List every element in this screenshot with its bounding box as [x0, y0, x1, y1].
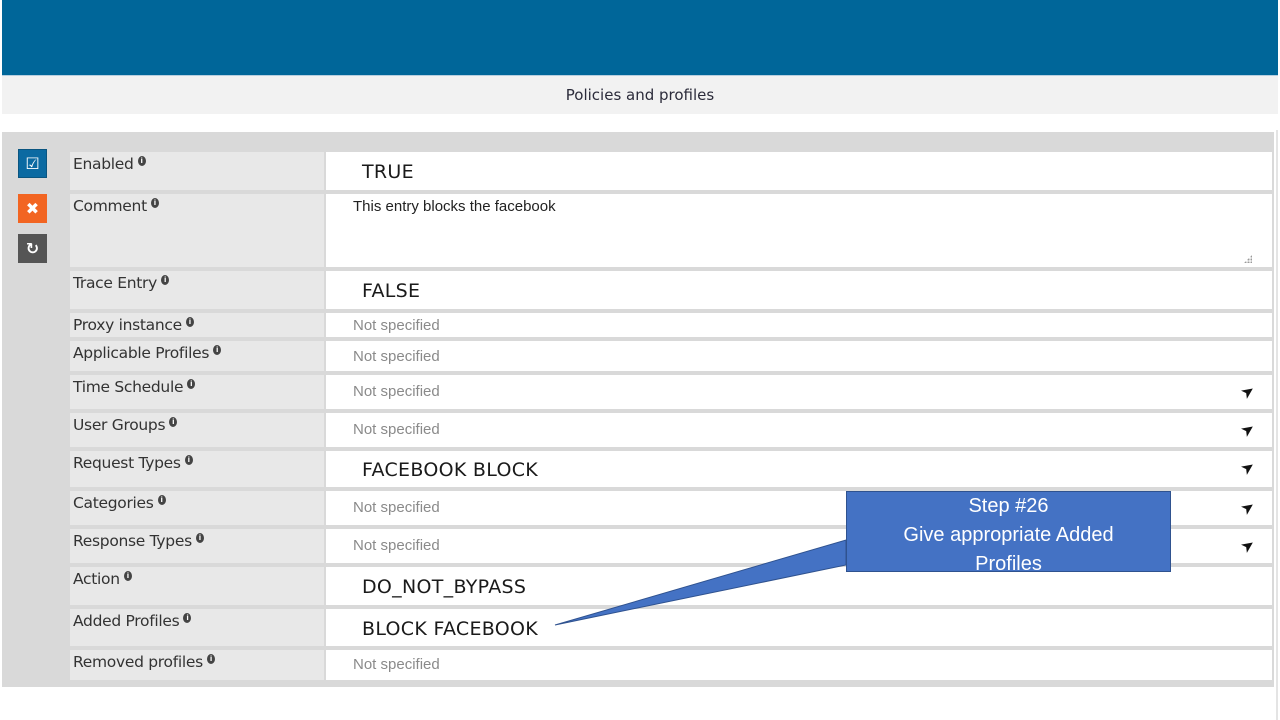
- field-label: Action: [73, 570, 120, 588]
- added-profiles-select[interactable]: BLOCK FACEBOOK: [326, 609, 1272, 646]
- info-icon[interactable]: i: [187, 378, 196, 389]
- callout-text-line2: Profiles: [975, 553, 1042, 575]
- field-label: Comment: [73, 197, 147, 215]
- checkbox-icon: ☑: [25, 154, 40, 173]
- info-icon[interactable]: i: [157, 494, 166, 505]
- field-label: User Groups: [73, 416, 166, 434]
- info-icon[interactable]: i: [123, 570, 132, 581]
- cancel-button[interactable]: ✖: [18, 194, 47, 223]
- proxy-instance-select[interactable]: Not specified: [326, 313, 1272, 337]
- info-icon[interactable]: i: [213, 344, 222, 355]
- undo-icon: ↻: [25, 239, 40, 258]
- info-icon[interactable]: i: [183, 612, 192, 623]
- field-request-types: Request Types i FACEBOOK BLOCK ➤: [70, 451, 1272, 487]
- field-value: Not specified: [353, 499, 440, 516]
- field-label: Trace Entry: [73, 274, 157, 292]
- field-label: Response Types: [73, 532, 192, 550]
- field-time-schedule: Time Schedule i Not specified ➤: [70, 375, 1272, 409]
- field-proxy-instance: Proxy instance i Not specified: [70, 313, 1272, 337]
- save-button[interactable]: ☑: [18, 149, 47, 178]
- field-applicable-profiles: Applicable Profiles i Not specified: [70, 341, 1272, 371]
- send-icon[interactable]: ➤: [1236, 496, 1258, 519]
- field-value: This entry blocks the facebook: [353, 198, 556, 215]
- send-icon[interactable]: ➤: [1236, 456, 1258, 479]
- field-label: Categories: [73, 494, 154, 512]
- field-enabled: Enabled i TRUE: [70, 152, 1272, 190]
- field-user-groups: User Groups i Not specified ➤: [70, 413, 1272, 447]
- info-icon[interactable]: i: [195, 532, 204, 543]
- field-value: Not specified: [353, 421, 440, 438]
- field-value: Not specified: [353, 537, 440, 554]
- field-removed-profiles: Removed profiles i Not specified: [70, 650, 1272, 680]
- field-value: Not specified: [353, 383, 440, 400]
- resize-handle-icon[interactable]: [1244, 255, 1252, 263]
- user-groups-select[interactable]: Not specified ➤: [326, 413, 1272, 447]
- close-icon: ✖: [25, 199, 40, 218]
- field-value: TRUE: [362, 161, 414, 183]
- callout-text-line1: Give appropriate Added: [903, 524, 1114, 546]
- field-trace-entry: Trace Entry i FALSE: [70, 271, 1272, 309]
- send-icon[interactable]: ➤: [1236, 418, 1258, 441]
- field-label: Request Types: [73, 454, 181, 472]
- send-icon[interactable]: ➤: [1236, 380, 1258, 403]
- info-icon[interactable]: i: [185, 316, 194, 327]
- top-banner: [2, 0, 1278, 75]
- field-label: Time Schedule: [73, 378, 184, 396]
- info-icon[interactable]: i: [161, 274, 169, 285]
- step-callout: Step #26 Give appropriate Added Profiles: [846, 491, 1171, 575]
- info-icon[interactable]: i: [169, 416, 178, 427]
- field-label: Removed profiles: [73, 653, 203, 671]
- comment-textarea[interactable]: This entry blocks the facebook: [326, 194, 1272, 267]
- enabled-select[interactable]: TRUE: [326, 152, 1272, 190]
- field-value: Not specified: [353, 317, 440, 334]
- info-icon[interactable]: i: [206, 653, 215, 664]
- send-icon[interactable]: ➤: [1236, 534, 1258, 557]
- field-value: Not specified: [353, 348, 440, 365]
- time-schedule-select[interactable]: Not specified ➤: [326, 375, 1272, 409]
- field-value: FALSE: [362, 280, 421, 302]
- field-label: Proxy instance: [73, 316, 182, 334]
- field-label: Enabled: [73, 155, 134, 173]
- field-value: DO_NOT_BYPASS: [362, 576, 527, 598]
- field-value: Not specified: [353, 656, 440, 673]
- bottom-area: [2, 687, 1274, 720]
- field-label: Added Profiles: [73, 612, 180, 630]
- removed-profiles-select[interactable]: Not specified: [326, 650, 1272, 680]
- field-value: BLOCK FACEBOOK: [362, 618, 539, 640]
- field-comment: Comment i This entry blocks the facebook: [70, 194, 1272, 267]
- field-added-profiles: Added Profiles i BLOCK FACEBOOK: [70, 609, 1272, 646]
- reset-button[interactable]: ↻: [18, 234, 47, 263]
- request-types-select[interactable]: FACEBOOK BLOCK ➤: [326, 451, 1272, 487]
- scrollbar-track[interactable]: [1276, 130, 1278, 720]
- page-title: Policies and profiles: [565, 86, 715, 104]
- info-icon[interactable]: i: [184, 454, 193, 465]
- trace-entry-select[interactable]: FALSE: [326, 271, 1272, 309]
- page-title-bar: Policies and profiles: [2, 75, 1278, 114]
- info-icon[interactable]: i: [137, 155, 146, 166]
- applicable-profiles-select[interactable]: Not specified: [326, 341, 1272, 371]
- callout-step: Step #26: [968, 495, 1049, 517]
- field-value: FACEBOOK BLOCK: [362, 459, 539, 481]
- info-icon[interactable]: i: [150, 197, 159, 208]
- field-label: Applicable Profiles: [73, 344, 210, 362]
